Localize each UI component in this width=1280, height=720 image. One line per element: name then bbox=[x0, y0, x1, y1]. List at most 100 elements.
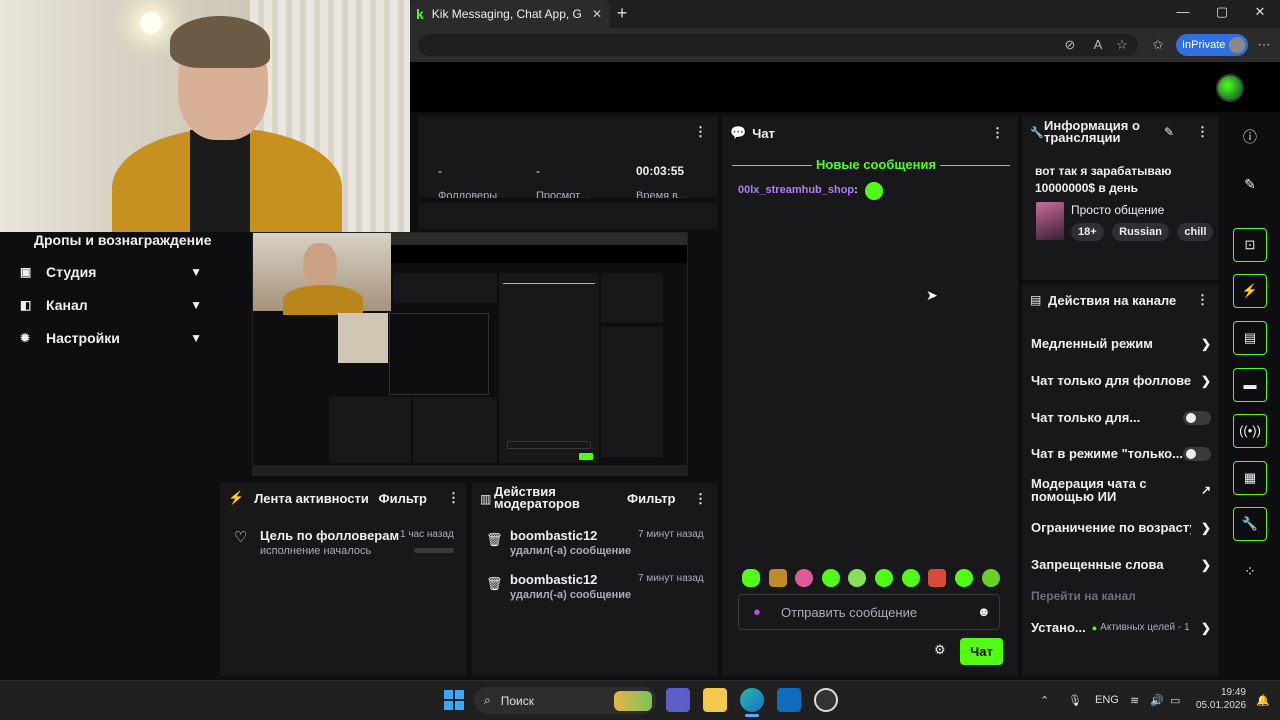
teams-icon[interactable] bbox=[666, 688, 690, 712]
taskbar-search[interactable]: ⌕ Поиск bbox=[474, 687, 656, 714]
emote-only-toggle[interactable] bbox=[1183, 446, 1211, 461]
emote-8[interactable] bbox=[928, 569, 946, 587]
minimize-button[interactable]: — bbox=[1168, 4, 1198, 24]
chat-message-input[interactable]: ● Отправить сообщение ☻ bbox=[738, 594, 1000, 630]
user-avatar[interactable] bbox=[1216, 74, 1244, 102]
goto-channel-link[interactable]: Перейти на канал bbox=[1031, 589, 1136, 603]
language-indicator[interactable]: ENG bbox=[1095, 694, 1119, 706]
tab-close-icon[interactable]: ✕ bbox=[592, 7, 602, 21]
tracking-prevention-icon[interactable]: ⊘ bbox=[1062, 37, 1078, 53]
tray-overflow-icon[interactable]: ⌃ bbox=[1040, 694, 1049, 707]
edge-icon[interactable] bbox=[740, 688, 764, 712]
emote-4[interactable] bbox=[822, 569, 840, 587]
activity-more-icon[interactable]: ⋮ bbox=[447, 490, 460, 506]
category-name[interactable]: Просто общение bbox=[1071, 203, 1164, 217]
chatgpt-icon[interactable] bbox=[814, 688, 838, 712]
preview-stats bbox=[393, 273, 497, 303]
wifi-icon[interactable]: ≋ bbox=[1130, 694, 1139, 707]
emote-9[interactable] bbox=[955, 569, 973, 587]
battery-icon[interactable]: ▭ bbox=[1170, 694, 1180, 707]
edit-pencil-icon[interactable]: ✎ bbox=[1164, 125, 1174, 139]
more-menu-icon[interactable]: ⋯ bbox=[1256, 37, 1272, 53]
sidebar-item-settings[interactable]: ✹ Настройки ▼ bbox=[20, 330, 202, 346]
preview-actions bbox=[601, 327, 663, 457]
tag-18plus[interactable]: 18+ bbox=[1071, 223, 1104, 241]
status-dot-icon: ● bbox=[1091, 622, 1098, 633]
emote-2[interactable] bbox=[769, 569, 787, 587]
windows-start-icon[interactable] bbox=[444, 690, 464, 710]
inprivate-badge[interactable]: InPrivate bbox=[1176, 34, 1248, 56]
emote-7[interactable] bbox=[902, 569, 920, 587]
preview-taskbar bbox=[253, 465, 687, 475]
file-explorer-icon[interactable] bbox=[703, 688, 727, 712]
mod-item-user: boombastic12 bbox=[510, 528, 598, 543]
activity-item-sub: исполнение началось bbox=[260, 545, 372, 557]
stats-more-icon[interactable]: ⋮ bbox=[694, 124, 707, 140]
slow-mode-row[interactable]: Медленный режим ❯ bbox=[1031, 336, 1211, 351]
ai-moderation-row[interactable]: Модерация чата с помощью ИИ ↗ bbox=[1031, 477, 1211, 503]
sidebar-drops-link[interactable]: Дропы и вознаграждение bbox=[34, 232, 211, 248]
new-tab-button[interactable]: + bbox=[612, 4, 632, 24]
info-icon[interactable]: ⓘ bbox=[1233, 120, 1267, 154]
channel-actions-more-icon[interactable]: ⋮ bbox=[1196, 292, 1209, 308]
mod-more-icon[interactable]: ⋮ bbox=[694, 491, 707, 507]
microphone-icon[interactable]: ● bbox=[753, 604, 761, 619]
category-thumbnail[interactable] bbox=[1036, 202, 1064, 240]
edit-icon[interactable]: ✎ bbox=[1233, 167, 1267, 201]
banned-words-row[interactable]: Запрещенные слова ❯ bbox=[1031, 557, 1211, 572]
followers-value: - bbox=[438, 164, 442, 178]
wrench-tool-icon[interactable]: 🔧 bbox=[1233, 507, 1267, 541]
action-label: Чат в режиме "только... bbox=[1031, 446, 1183, 461]
emote-3[interactable] bbox=[795, 569, 813, 587]
stream-time-label: Время в... bbox=[636, 190, 688, 198]
close-window-button[interactable]: ✕ bbox=[1245, 4, 1275, 24]
url-input[interactable] bbox=[418, 34, 1138, 56]
subscribers-only-toggle[interactable] bbox=[1183, 410, 1211, 425]
goals-row[interactable]: Устано... ● Активных целей - 1 ❯ bbox=[1031, 620, 1211, 635]
chat-more-icon[interactable]: ⋮ bbox=[991, 125, 1004, 141]
volume-icon[interactable]: 🔊 bbox=[1150, 694, 1164, 707]
chevron-right-icon: ❯ bbox=[1200, 336, 1211, 351]
browser-tab[interactable]: k Kik Messaging, Chat App, Groups... ✕ bbox=[410, 0, 610, 28]
emote-6[interactable] bbox=[875, 569, 893, 587]
search-icon: ⌕ bbox=[484, 693, 491, 707]
notes-icon[interactable]: ▤ bbox=[1233, 321, 1267, 355]
outlook-icon[interactable] bbox=[777, 688, 801, 712]
lightning-tool-icon[interactable]: ⚡ bbox=[1233, 274, 1267, 308]
notifications-icon[interactable]: 🔔 bbox=[1256, 694, 1270, 707]
stream-info-more-icon[interactable]: ⋮ bbox=[1196, 124, 1209, 140]
stats-strip bbox=[418, 202, 718, 230]
heart-icon: ♡ bbox=[234, 529, 248, 546]
followers-only-row[interactable]: Чат только для фолловеро ❯ bbox=[1031, 373, 1211, 388]
chat-bubble-icon: 💬 bbox=[730, 125, 747, 140]
maximize-button[interactable]: ▢ bbox=[1207, 4, 1237, 24]
layout-icon[interactable]: ▦ bbox=[1233, 461, 1267, 495]
mod-item-time: 7 минут назад bbox=[638, 529, 704, 540]
emote-5[interactable] bbox=[848, 569, 866, 587]
favorites-icon[interactable]: ✩ bbox=[1150, 37, 1166, 53]
chat-settings-gear-icon[interactable]: ⚙ bbox=[934, 642, 946, 658]
sidebar-item-channel[interactable]: ◧ Канал ▼ bbox=[20, 297, 202, 313]
webcam-overlay bbox=[0, 0, 410, 232]
sidebar-item-studio[interactable]: ▣ Студия ▼ bbox=[20, 264, 202, 280]
tag-russian[interactable]: Russian bbox=[1112, 223, 1169, 241]
stream-preview[interactable] bbox=[252, 232, 688, 476]
mod-filter-button[interactable]: Фильтр bbox=[627, 491, 676, 506]
emoji-icon[interactable]: ☻ bbox=[977, 604, 991, 619]
chat-username[interactable]: 00lx_streamhub_shop bbox=[738, 184, 854, 196]
favorite-star-icon[interactable]: ☆ bbox=[1114, 37, 1130, 53]
activity-filter-button[interactable]: Фильтр bbox=[378, 491, 427, 506]
chat-send-button[interactable]: Чат bbox=[960, 638, 1003, 665]
tag-chill[interactable]: chill bbox=[1177, 223, 1214, 241]
emote-1[interactable] bbox=[742, 569, 760, 587]
sidebar-item-label: Настройки bbox=[46, 330, 120, 346]
age-restriction-row[interactable]: Ограничение по возрасту з ❯ bbox=[1031, 520, 1211, 535]
read-aloud-icon[interactable]: A bbox=[1090, 37, 1106, 53]
broadcast-icon[interactable]: ((•)) bbox=[1233, 414, 1267, 448]
clock[interactable]: 19:49 05.01.2026 bbox=[1196, 687, 1246, 711]
apps-icon[interactable]: ⁘ bbox=[1233, 554, 1267, 588]
microphone-tray-icon[interactable]: 🎙 bbox=[1068, 694, 1082, 707]
chat-tool-icon[interactable]: ▬ bbox=[1233, 368, 1267, 402]
clip-icon[interactable]: ⊡ bbox=[1233, 228, 1267, 262]
emote-10[interactable] bbox=[982, 569, 1000, 587]
